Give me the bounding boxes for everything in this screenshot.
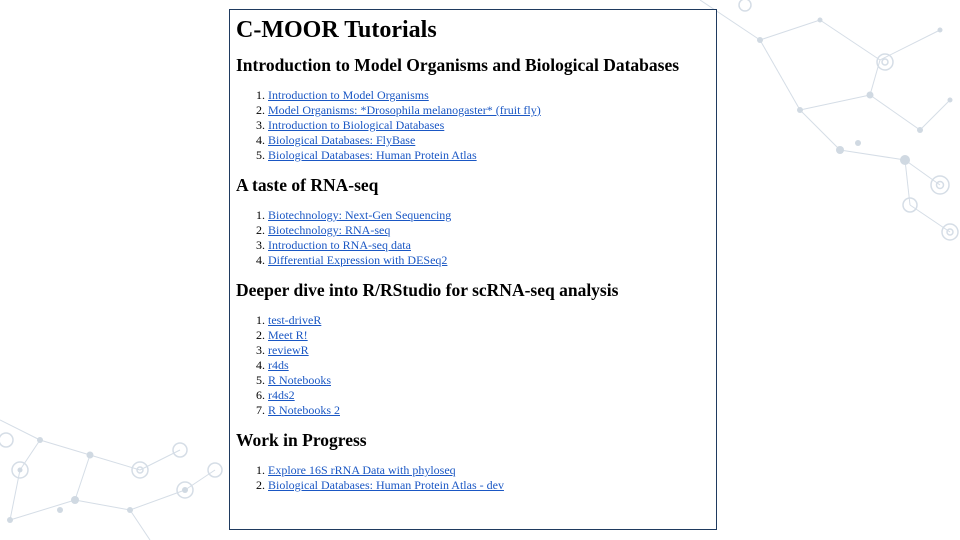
tutorial-link[interactable]: R Notebooks [268, 373, 331, 387]
tutorial-link[interactable]: Biotechnology: RNA-seq [268, 223, 390, 237]
list-item: Biological Databases: Human Protein Atla… [268, 478, 716, 493]
list-item: Model Organisms: *Drosophila melanogaste… [268, 103, 716, 118]
tutorial-link[interactable]: Model Organisms: *Drosophila melanogaste… [268, 103, 541, 117]
list-item: Differential Expression with DESeq2 [268, 253, 716, 268]
list-item: r4ds [268, 358, 716, 373]
list-item: Biological Databases: FlyBase [268, 133, 716, 148]
list-item: Meet R! [268, 328, 716, 343]
section-heading: A taste of RNA-seq [236, 175, 379, 195]
tutorial-link[interactable]: R Notebooks 2 [268, 403, 340, 417]
list-item: R Notebooks 2 [268, 403, 716, 418]
list-item: Biotechnology: Next-Gen Sequencing [268, 208, 716, 223]
tutorial-link[interactable]: Introduction to Model Organisms [268, 88, 429, 102]
tutorial-link[interactable]: r4ds2 [268, 388, 295, 402]
tutorial-link[interactable]: Biotechnology: Next-Gen Sequencing [268, 208, 451, 222]
section-heading: Deeper dive into R/RStudio for scRNA-seq… [236, 280, 619, 300]
tutorial-list: Introduction to Model Organisms Model Or… [236, 88, 716, 163]
list-item: Biotechnology: RNA-seq [268, 223, 716, 238]
tutorial-list: test-driveR Meet R! reviewR r4ds R Noteb… [236, 313, 716, 418]
list-item: Biological Databases: Human Protein Atla… [268, 148, 716, 163]
section-r-rstudio: Deeper dive into R/RStudio for scRNA-seq… [236, 279, 716, 418]
tutorial-link[interactable]: Explore 16S rRNA Data with phyloseq [268, 463, 456, 477]
tutorial-list: Biotechnology: Next-Gen Sequencing Biote… [236, 208, 716, 268]
section-heading: Introduction to Model Organisms and Biol… [236, 55, 680, 75]
tutorial-link[interactable]: Biological Databases: Human Protein Atla… [268, 478, 504, 492]
section-heading: Work in Progress [236, 430, 367, 450]
tutorial-link[interactable]: Biological Databases: FlyBase [268, 133, 415, 147]
section-rna-seq: A taste of RNA-seq Biotechnology: Next-G… [236, 174, 716, 268]
list-item: Introduction to Model Organisms [268, 88, 716, 103]
tutorial-link[interactable]: Introduction to Biological Databases [268, 118, 444, 132]
tutorial-list: Explore 16S rRNA Data with phyloseq Biol… [236, 463, 716, 493]
tutorial-link[interactable]: Introduction to RNA-seq data [268, 238, 411, 252]
tutorial-link[interactable]: Biological Databases: Human Protein Atla… [268, 148, 477, 162]
list-item: test-driveR [268, 313, 716, 328]
slide: C-MOOR Tutorials Introduction to Model O… [0, 0, 960, 540]
section-work-in-progress: Work in Progress Explore 16S rRNA Data w… [236, 429, 716, 493]
list-item: Introduction to RNA-seq data [268, 238, 716, 253]
list-item: r4ds2 [268, 388, 716, 403]
tutorial-link[interactable]: Meet R! [268, 328, 308, 342]
tutorial-link[interactable]: test-driveR [268, 313, 321, 327]
list-item: R Notebooks [268, 373, 716, 388]
tutorials-page-panel: C-MOOR Tutorials Introduction to Model O… [229, 9, 717, 530]
list-item: Introduction to Biological Databases [268, 118, 716, 133]
section-model-organisms: Introduction to Model Organisms and Biol… [236, 54, 716, 163]
list-item: Explore 16S rRNA Data with phyloseq [268, 463, 716, 478]
page-title: C-MOOR Tutorials [236, 17, 437, 43]
tutorial-link[interactable]: reviewR [268, 343, 309, 357]
tutorial-link[interactable]: Differential Expression with DESeq2 [268, 253, 447, 267]
tutorial-link[interactable]: r4ds [268, 358, 289, 372]
list-item: reviewR [268, 343, 716, 358]
